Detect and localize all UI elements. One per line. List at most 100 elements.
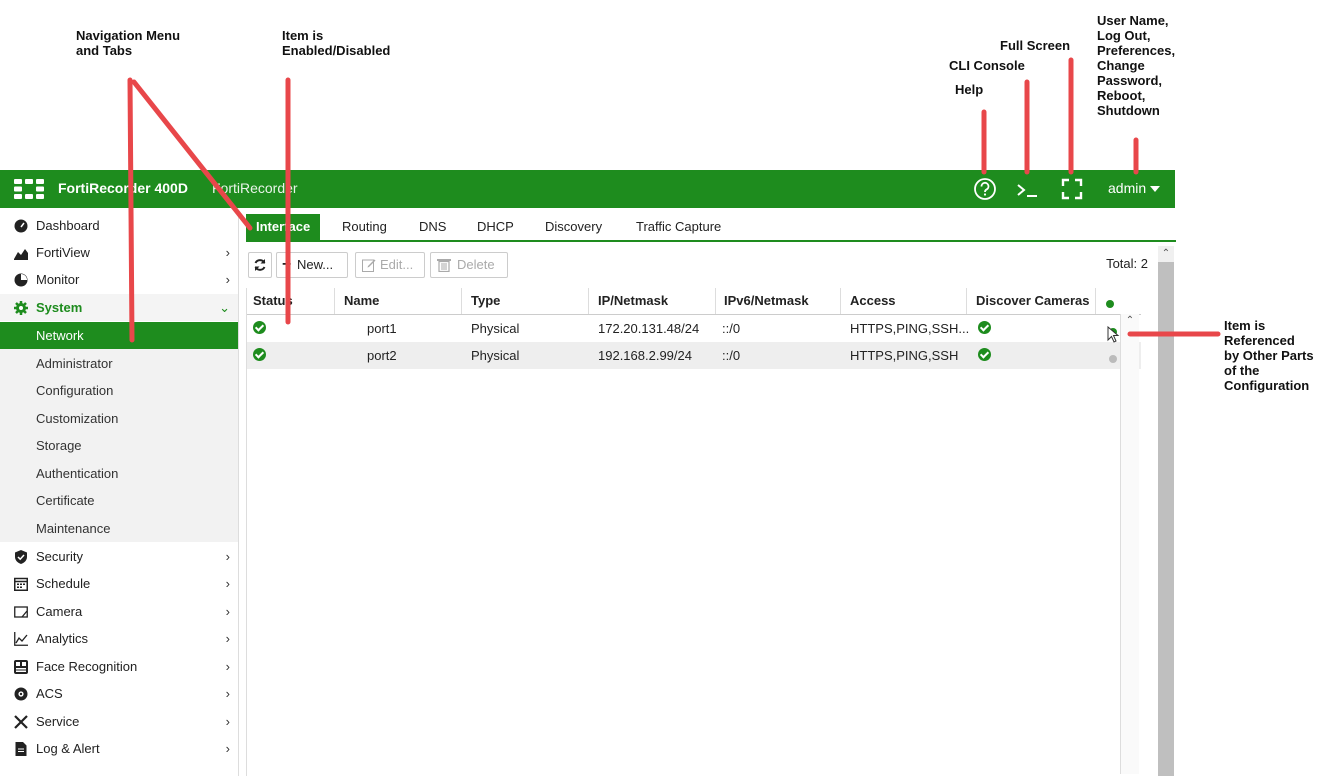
- tab-interface[interactable]: Interface: [246, 214, 321, 240]
- sidebar-item-security[interactable]: Security ›: [0, 543, 238, 570]
- column-status[interactable]: Status: [253, 293, 293, 308]
- dashboard-icon: [14, 219, 28, 233]
- page-scrollbar[interactable]: ⌃: [1158, 246, 1174, 776]
- tab-bar: Interface Routing DNS DHCP Discovery Tra…: [246, 214, 1176, 242]
- table-scrollbar[interactable]: ⌃: [1120, 314, 1139, 774]
- cell-ip: 192.168.2.99/24: [598, 348, 692, 363]
- annotation-referenced: Item is Referenced by Other Parts of the…: [1224, 318, 1314, 393]
- sidebar-item-service[interactable]: Service ›: [0, 708, 238, 735]
- sidebar-item-face-recognition[interactable]: Face Recognition ›: [0, 653, 238, 680]
- sidebar-item-maintenance[interactable]: Maintenance: [0, 515, 238, 542]
- sidebar-item-schedule[interactable]: Schedule ›: [0, 570, 238, 597]
- interface-table: Status Name Type IP/Netmask IPv6/Netmask…: [246, 288, 1141, 776]
- annotation-cli-console: CLI Console: [949, 58, 1025, 73]
- sidebar-item-fortiview[interactable]: FortiView ›: [0, 239, 238, 266]
- sidebar-item-system[interactable]: System ⌄: [0, 294, 238, 321]
- chevron-right-icon: ›: [225, 659, 230, 674]
- discover-cameras-enabled-icon: [978, 348, 991, 364]
- sidebar-item-acs[interactable]: ACS ›: [0, 680, 238, 707]
- cell-ip: 172.20.131.48/24: [598, 321, 700, 336]
- trash-icon: [437, 259, 451, 272]
- help-icon[interactable]: [972, 176, 998, 202]
- chevron-right-icon: ›: [225, 686, 230, 701]
- tab-dhcp[interactable]: DHCP: [467, 214, 524, 240]
- table-header: Status Name Type IP/Netmask IPv6/Netmask…: [247, 288, 1141, 315]
- eye-icon: [14, 687, 28, 701]
- edit-icon: [362, 259, 376, 272]
- chevron-right-icon: ›: [225, 714, 230, 729]
- annotation-help: Help: [955, 82, 984, 97]
- refresh-icon: [254, 259, 266, 271]
- sidebar: Dashboard FortiView › Monitor › System ⌄…: [0, 210, 239, 776]
- sidebar-item-dashboard[interactable]: Dashboard: [0, 212, 238, 239]
- cell-access: HTTPS,PING,SSH: [850, 348, 959, 363]
- scroll-up-icon[interactable]: ⌃: [1121, 314, 1139, 328]
- sidebar-item-certificate[interactable]: Certificate: [0, 487, 238, 514]
- cell-type: Physical: [471, 321, 520, 336]
- column-ipv6-netmask[interactable]: IPv6/Netmask: [724, 293, 809, 308]
- new-button[interactable]: + New...: [276, 252, 348, 278]
- status-enabled-icon[interactable]: [253, 348, 266, 364]
- tab-traffic-capture[interactable]: Traffic Capture: [626, 214, 731, 240]
- fortinet-logo-icon: [14, 179, 44, 199]
- cell-access: HTTPS,PING,SSH...: [850, 321, 970, 336]
- tab-routing[interactable]: Routing: [332, 214, 397, 240]
- sidebar-item-authentication[interactable]: Authentication: [0, 460, 238, 487]
- gear-icon: [14, 301, 28, 315]
- cell-type: Physical: [471, 348, 520, 363]
- sidebar-item-configuration[interactable]: Configuration: [0, 377, 238, 404]
- camera-icon: [14, 606, 28, 618]
- document-icon: [15, 742, 27, 756]
- chevron-right-icon: ›: [225, 549, 230, 564]
- cell-ipv6: ::/0: [722, 321, 741, 336]
- top-bar: FortiRecorder 400D FortiRecorder admin: [0, 170, 1175, 208]
- face-icon: [14, 660, 28, 674]
- annotation-full-screen: Full Screen: [1000, 38, 1071, 53]
- column-type[interactable]: Type: [471, 293, 500, 308]
- chevron-right-icon: ›: [225, 272, 230, 287]
- sidebar-item-log-alert[interactable]: Log & Alert ›: [0, 735, 238, 762]
- column-name[interactable]: Name: [344, 293, 379, 308]
- chevron-right-icon: ›: [225, 576, 230, 591]
- hostname: FortiRecorder: [212, 180, 298, 196]
- annotation-item-enabled: Item is Enabled/Disabled: [282, 28, 391, 58]
- sidebar-item-monitor[interactable]: Monitor ›: [0, 266, 238, 293]
- main-content: Interface Routing DNS DHCP Discovery Tra…: [246, 210, 1176, 776]
- mouse-cursor-icon: [1107, 326, 1120, 343]
- chart-icon: [14, 249, 28, 260]
- sidebar-item-storage[interactable]: Storage: [0, 432, 238, 459]
- delete-button[interactable]: Delete: [430, 252, 508, 278]
- product-name: FortiRecorder 400D: [58, 180, 188, 196]
- full-screen-icon[interactable]: [1059, 176, 1085, 202]
- sidebar-item-administrator[interactable]: Administrator: [0, 350, 238, 377]
- column-access[interactable]: Access: [850, 293, 896, 308]
- reference-dot-icon: [1106, 300, 1114, 308]
- table-row[interactable]: port2 Physical 192.168.2.99/24 ::/0 HTTP…: [247, 342, 1141, 369]
- annotation-user-name: User Name, Log Out, Preferences, Change …: [1097, 13, 1176, 118]
- discover-cameras-enabled-icon: [978, 321, 991, 337]
- plus-icon: +: [282, 256, 292, 273]
- sidebar-item-network[interactable]: Network: [0, 322, 238, 349]
- edit-button[interactable]: Edit...: [355, 252, 425, 278]
- sidebar-item-camera[interactable]: Camera ›: [0, 598, 238, 625]
- column-ip-netmask[interactable]: IP/Netmask: [598, 293, 668, 308]
- refresh-button[interactable]: [248, 252, 272, 278]
- tab-dns[interactable]: DNS: [409, 214, 456, 240]
- cli-console-icon[interactable]: [1015, 176, 1041, 202]
- cell-name: port1: [367, 321, 397, 336]
- unreferenced-dot-icon[interactable]: [1109, 351, 1117, 366]
- status-enabled-icon[interactable]: [253, 321, 266, 337]
- column-discover-cameras[interactable]: Discover Cameras: [976, 293, 1089, 308]
- toolbar: + New... Edit... Delete Total: 2: [246, 252, 1176, 280]
- wrench-icon: [14, 715, 28, 729]
- sidebar-item-customization[interactable]: Customization: [0, 405, 238, 432]
- sidebar-item-analytics[interactable]: Analytics ›: [0, 625, 238, 652]
- user-name: admin: [1108, 180, 1147, 196]
- shield-icon: [15, 550, 27, 564]
- scroll-up-icon[interactable]: ⌃: [1158, 246, 1174, 262]
- table-row[interactable]: port1 Physical 172.20.131.48/24 ::/0 HTT…: [247, 315, 1141, 342]
- column-references: [1106, 296, 1114, 311]
- chevron-down-icon: [1150, 186, 1161, 193]
- tab-discovery[interactable]: Discovery: [535, 214, 612, 240]
- user-menu[interactable]: admin: [1108, 180, 1161, 196]
